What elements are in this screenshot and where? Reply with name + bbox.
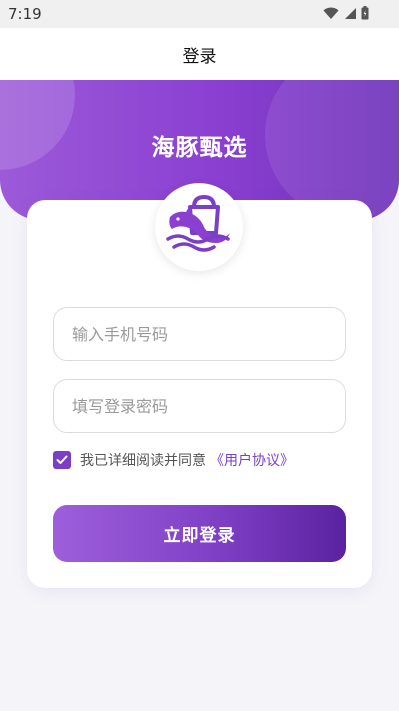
status-bar: 7:19 <box>0 0 399 28</box>
login-button[interactable]: 立即登录 <box>53 505 346 562</box>
agreement-row: 我已详细阅读并同意 《用户协议》 <box>53 450 294 470</box>
phone-input[interactable] <box>53 307 346 361</box>
status-icons <box>323 6 369 20</box>
logo-badge <box>155 183 243 271</box>
checkmark-icon <box>56 455 68 464</box>
wifi-icon <box>323 7 339 19</box>
status-time: 7:19 <box>8 5 42 23</box>
nav-bar: 登录 <box>0 28 399 80</box>
page-title: 登录 <box>182 46 217 67</box>
battery-icon <box>361 6 369 20</box>
agree-checkbox[interactable] <box>53 451 71 469</box>
signal-icon <box>345 7 356 19</box>
user-agreement-link[interactable]: 《用户协议》 <box>210 450 294 470</box>
agree-text: 我已详细阅读并同意 <box>80 453 206 469</box>
brand-title: 海豚甄选 <box>151 135 248 161</box>
dolphin-shopping-bag-logo-icon <box>166 195 230 252</box>
password-input[interactable] <box>53 379 346 433</box>
